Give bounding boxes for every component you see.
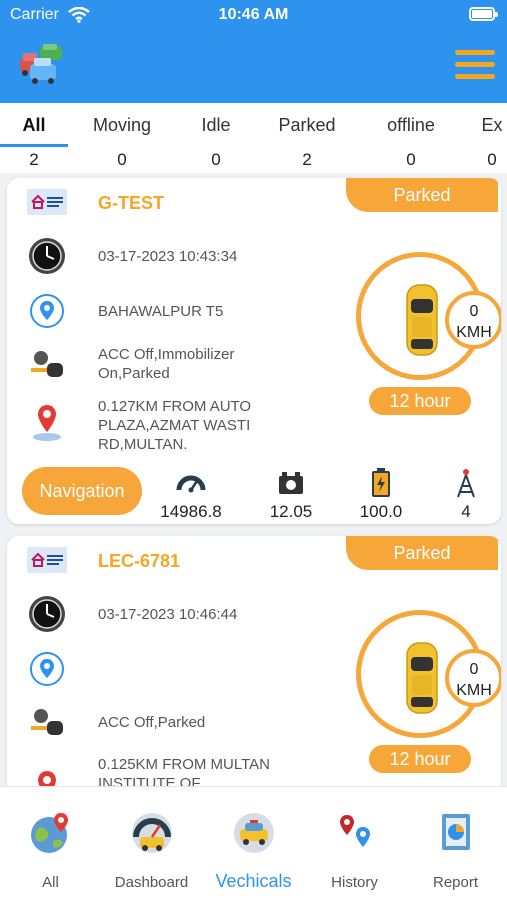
tab-moving[interactable]: Moving 0 <box>76 103 168 173</box>
tab-ex[interactable]: Ex 0 <box>462 103 507 173</box>
distance-info: 0.127KM FROM AUTO PLAZA,AZMAT WASTI RD,M… <box>98 398 252 453</box>
city-label: BAHAWALPUR T5 <box>98 303 224 320</box>
speed-unit: KMH <box>456 682 492 699</box>
tab-count: 2 <box>29 150 39 169</box>
tab-count: 0 <box>406 150 416 169</box>
plate-icon <box>27 540 67 580</box>
tab-offline[interactable]: offline 0 <box>366 103 456 173</box>
bottom-nav: All Dashboard Vechicals History Report <box>0 786 507 900</box>
plate-icon <box>27 182 67 222</box>
ignition-key-icon <box>27 344 67 384</box>
hamburger-menu-icon[interactable] <box>455 50 495 80</box>
location-pin-icon <box>27 291 67 331</box>
last-update-time: 03-17-2023 10:43:34 <box>98 248 238 265</box>
status-badge: Parked <box>346 178 498 212</box>
tab-parked[interactable]: Parked 2 <box>262 103 352 173</box>
nav-history[interactable]: History <box>304 787 405 900</box>
app-header: Carrier 10:46 AM <box>0 0 507 103</box>
acc-status: ACC Off,Immobilizer On,Parked <box>98 346 235 382</box>
globe-pin-icon <box>30 813 68 853</box>
tab-count: 0 <box>117 150 127 169</box>
vehicle-card[interactable]: Parked LEC-6781 03-17-2023 10:46:44 ACC … <box>7 536 501 796</box>
tab-count: 2 <box>302 150 312 169</box>
tab-count: 0 <box>487 150 497 169</box>
report-chart-icon <box>441 814 470 850</box>
ignition-key-icon <box>27 702 67 742</box>
car-battery-icon <box>279 472 303 494</box>
cars-logo-icon[interactable] <box>14 44 64 86</box>
speed-gauge: 0 KMH <box>356 252 501 380</box>
status-bar: Carrier 10:46 AM <box>0 0 507 32</box>
car-top-icon <box>406 642 438 714</box>
speedometer-icon <box>176 475 206 493</box>
speed-unit: KMH <box>456 324 492 341</box>
signal-tower-icon <box>457 469 475 498</box>
nav-vehicles[interactable]: Vechicals <box>203 787 304 900</box>
vehicle-plate: LEC-6781 <box>98 551 181 571</box>
clock-icon <box>27 236 67 276</box>
taxi-icon <box>233 813 274 853</box>
battery-stat: 100.0 <box>341 467 421 522</box>
vehicle-card[interactable]: Parked G-TEST 03-17-2023 10:43:34 BAHAWA… <box>7 178 501 524</box>
acc-status: ACC Off,Parked <box>98 714 206 731</box>
odometer-value: 14986.8 <box>160 502 222 521</box>
clock: 10:46 AM <box>218 6 289 23</box>
speed-value: 0 <box>469 661 479 678</box>
charging-battery-icon <box>372 468 390 497</box>
clock-icon <box>27 594 67 634</box>
nav-report[interactable]: Report <box>405 787 506 900</box>
battery-icon <box>469 7 498 21</box>
tab-all[interactable]: All 2 <box>0 103 68 173</box>
signal-stat: 4 <box>426 467 501 522</box>
tab-idle[interactable]: Idle 0 <box>176 103 256 173</box>
nav-all[interactable]: All <box>0 787 101 900</box>
speed-value: 0 <box>469 303 479 320</box>
status-tabs: All 2 Moving 0 Idle 0 Parked 2 offline 0… <box>0 103 507 173</box>
map-pins-icon <box>339 815 370 847</box>
vehicle-plate: G-TEST <box>98 193 164 213</box>
speed-readout: 0 KMH <box>445 649 501 707</box>
map-marker-icon <box>27 402 67 442</box>
parked-duration: 12 hour <box>369 387 471 415</box>
speed-readout: 0 KMH <box>445 291 501 349</box>
speed-gauge: 0 KMH <box>356 610 501 738</box>
last-update-time: 03-17-2023 10:46:44 <box>98 606 238 623</box>
tab-count: 0 <box>211 150 221 169</box>
car-top-icon <box>406 284 438 356</box>
speedometer-icon <box>131 813 172 853</box>
voltage-value: 12.05 <box>269 502 313 521</box>
nav-dashboard[interactable]: Dashboard <box>101 787 202 900</box>
status-badge: Parked <box>346 536 498 570</box>
active-tab-indicator <box>0 144 68 147</box>
voltage-stat: 12.05 <box>251 467 331 522</box>
navigation-button[interactable]: Navigation <box>22 467 142 515</box>
battery-value: 100.0 <box>359 502 403 521</box>
signal-value: 4 <box>461 502 471 521</box>
parked-duration: 12 hour <box>369 745 471 773</box>
odometer-stat: 14986.8 <box>151 467 231 522</box>
location-pin-icon <box>27 649 67 689</box>
